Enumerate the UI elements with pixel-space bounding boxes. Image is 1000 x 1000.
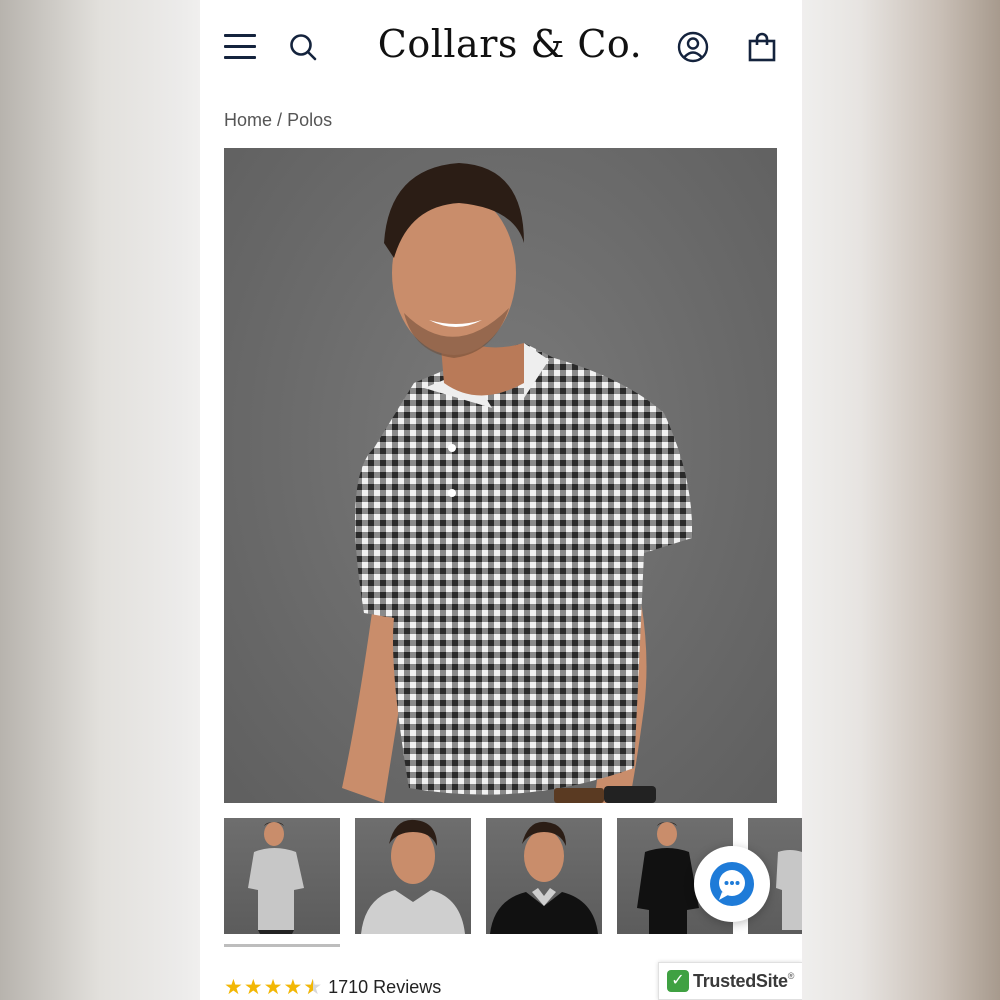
product-hero-image[interactable] [224,148,777,803]
star-icon: ★ [283,975,303,999]
thumbnail-1[interactable] [224,818,340,934]
chat-bubble-icon [710,862,754,906]
thumbnail-2[interactable] [355,818,471,934]
star-icon: ★ [224,975,243,999]
breadcrumb-current: Polos [287,110,333,130]
search-icon[interactable] [288,32,318,62]
star-icon: ★ [243,975,263,999]
registered-mark: ® [787,971,795,981]
shopping-bag-icon[interactable] [747,31,777,63]
breadcrumb: Home / Polos [224,110,332,131]
breadcrumb-separator: / [277,110,283,130]
site-logo[interactable]: Collars & Co. [360,22,660,66]
half-star-icon: ★ [303,977,322,998]
star-rating: ★ ★ ★ ★ ★ [224,977,322,998]
star-icon: ★ [263,975,283,999]
hamburger-menu-icon[interactable] [224,34,256,60]
breadcrumb-home-link[interactable]: Home [224,110,272,130]
thumbnail-3[interactable] [486,818,602,934]
chat-button[interactable] [694,846,770,922]
black-sweater-over-collar [490,821,598,934]
site-header: Collars & Co. [200,0,802,96]
gingham-polo-closeup [361,819,465,934]
account-icon[interactable] [677,31,709,63]
man-in-gingham-polo-photo [342,163,693,803]
trustedsite-label: TrustedSite [693,970,788,991]
trustedsite-badge[interactable]: ✓ TrustedSite ® [658,962,802,1000]
reviews-link[interactable]: 1710 Reviews [328,977,441,998]
check-icon: ✓ [667,970,689,992]
gingham-polo-full-body [248,822,304,934]
thumbnail-active-indicator [224,944,340,947]
product-rating: ★ ★ ★ ★ ★ 1710 Reviews [224,974,441,1000]
mobile-page: Collars & Co. Home / Polos ★ ★ ★ ★ ★ ★ 1… [200,0,802,1000]
